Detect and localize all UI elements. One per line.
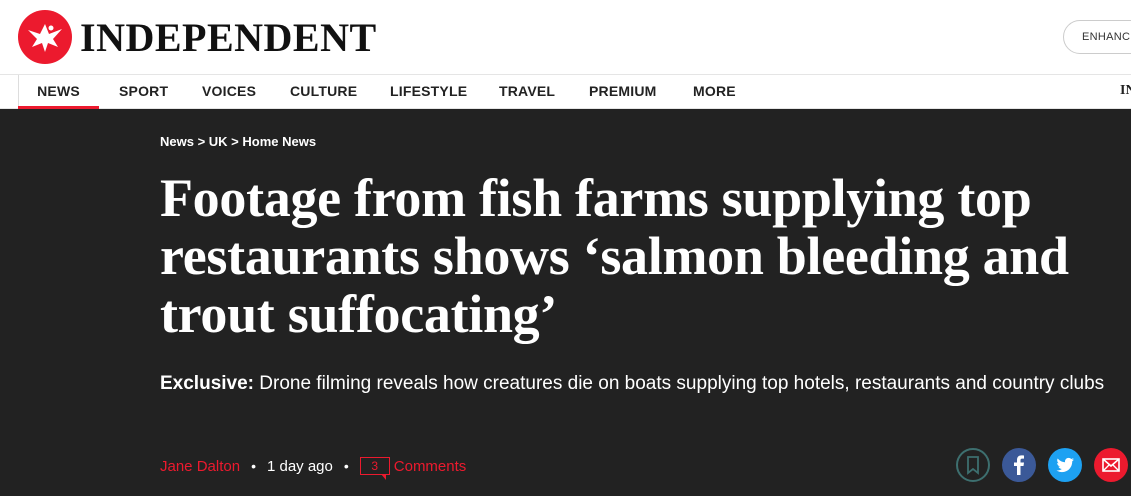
comments-label: Comments	[393, 457, 467, 475]
byline-separator: •	[251, 458, 256, 474]
article-headline: Footage from fish farms supplying top re…	[160, 168, 1069, 344]
nav-item-premium[interactable]: PREMIUM	[589, 75, 657, 109]
nav-item-travel[interactable]: TRAVEL	[499, 75, 555, 109]
byline: Jane Dalton • 1 day ago • 3 Comments	[160, 454, 467, 480]
main-nav: NEWS SPORT VOICES CULTURE LIFESTYLE TRAV…	[0, 74, 1131, 109]
site-header: INDEPENDENT ENHANCE	[0, 0, 1131, 74]
author-link[interactable]: Jane Dalton	[160, 458, 240, 475]
site-logo[interactable]: INDEPENDENT	[18, 10, 377, 64]
eagle-logo-icon	[18, 10, 72, 64]
standfirst-lead: Exclusive:	[160, 373, 254, 394]
nav-item-lifestyle[interactable]: LIFESTYLE	[390, 75, 467, 109]
email-icon[interactable]	[1094, 448, 1128, 482]
bookmark-icon[interactable]	[956, 448, 990, 482]
standfirst-text: Drone filming reveals how creatures die …	[254, 373, 1105, 394]
breadcrumb[interactable]: News > UK > Home News	[160, 134, 316, 149]
comments-link[interactable]: 3 Comments	[359, 457, 467, 480]
nav-item-culture[interactable]: CULTURE	[290, 75, 357, 109]
publish-time: 1 day ago	[266, 457, 333, 475]
nav-item-sport[interactable]: SPORT	[119, 75, 168, 109]
brand-name: INDEPENDENT	[80, 14, 377, 60]
nav-item-voices[interactable]: VOICES	[202, 75, 256, 109]
enhance-button[interactable]: ENHANCE	[1063, 20, 1131, 54]
nav-right-partial[interactable]: IN	[1120, 75, 1131, 107]
byline-separator-2: •	[343, 458, 349, 474]
article-standfirst: Exclusive: Drone filming reveals how cre…	[160, 369, 1130, 398]
nav-item-more[interactable]: MORE	[693, 75, 736, 109]
facebook-icon[interactable]	[1002, 448, 1036, 482]
comment-count-icon: 3	[359, 457, 390, 480]
nav-item-news[interactable]: NEWS	[18, 75, 99, 109]
twitter-icon[interactable]	[1048, 448, 1082, 482]
article-hero: News > UK > Home News Footage from fish …	[0, 109, 1131, 496]
